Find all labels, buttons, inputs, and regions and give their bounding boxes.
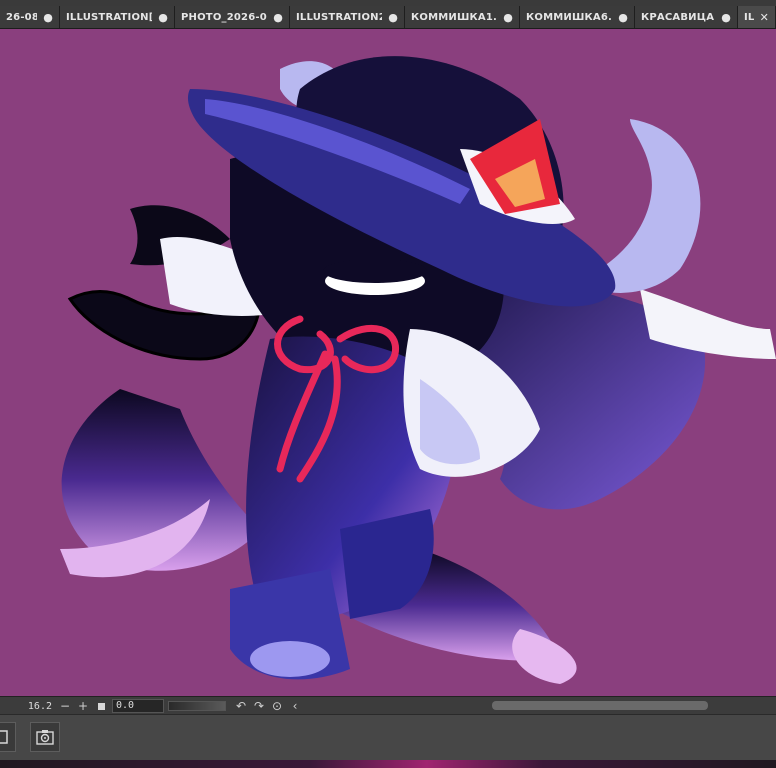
- os-taskbar-strip: [0, 760, 776, 768]
- collapse-arrow-button[interactable]: ‹: [286, 699, 304, 713]
- navigator-tool-button[interactable]: [0, 722, 16, 752]
- fit-to-window-button[interactable]: [92, 699, 110, 713]
- document-tab-label: PHOTO_2026-07-0: [181, 11, 267, 23]
- zoom-in-button[interactable]: +: [74, 699, 92, 713]
- unsaved-dot-icon[interactable]: ●: [503, 11, 513, 24]
- document-tab[interactable]: ILLU ✕: [738, 6, 776, 28]
- unsaved-dot-icon[interactable]: ●: [618, 11, 628, 24]
- drawing-canvas[interactable]: [0, 29, 776, 696]
- document-tab[interactable]: КРАСАВИЦА.PNG ●: [635, 6, 738, 28]
- document-tab-label: 26-08-0: [6, 11, 37, 23]
- rotation-slider[interactable]: [168, 701, 226, 711]
- unsaved-dot-icon[interactable]: ●: [158, 11, 168, 24]
- unsaved-dot-icon[interactable]: ●: [273, 11, 283, 24]
- document-tab[interactable]: КОММИШКА1.PNG( ●: [405, 6, 520, 28]
- document-tab[interactable]: 26-08-0 ●: [0, 6, 60, 28]
- close-icon[interactable]: ✕: [760, 11, 769, 24]
- document-tab-label: КРАСАВИЦА.PNG: [641, 11, 715, 23]
- face-shadow: [323, 259, 427, 283]
- reset-rotation-button[interactable]: ⊙: [268, 699, 286, 713]
- zoom-out-button[interactable]: −: [56, 699, 74, 713]
- unsaved-dot-icon[interactable]: ●: [43, 11, 53, 24]
- zoom-value[interactable]: 16.2: [0, 701, 56, 712]
- square-icon: [97, 703, 105, 710]
- document-tab-label: ILLUSTRATION[RE: [66, 11, 153, 23]
- rotate-left-button[interactable]: ↶: [232, 699, 250, 713]
- foot-light: [250, 641, 330, 677]
- rotation-angle-input[interactable]: 0.0: [112, 699, 164, 713]
- canvas-status-bar: 16.2 − + 0.0 ↶ ↷ ⊙ ‹: [0, 696, 776, 715]
- camera-tool-button[interactable]: [30, 722, 60, 752]
- bottom-toolbar: [0, 714, 776, 761]
- document-tab[interactable]: PHOTO_2026-07-0 ●: [175, 6, 290, 28]
- document-tab[interactable]: КОММИШКА6.PNG(0 ●: [520, 6, 635, 28]
- document-tab-label: КОММИШКА6.PNG(0: [526, 11, 612, 23]
- document-tab-label: ILLUSTRATION2[RE: [296, 11, 382, 23]
- document-tab[interactable]: ILLUSTRATION[RE ●: [60, 6, 175, 28]
- unsaved-dot-icon[interactable]: ●: [388, 11, 398, 24]
- camera-target-icon: [36, 730, 54, 745]
- document-tab-label: ILLU: [744, 11, 754, 23]
- unsaved-dot-icon[interactable]: ●: [721, 11, 731, 24]
- horizontal-scrollbar[interactable]: [492, 701, 708, 710]
- document-tab-bar: 26-08-0 ● ILLUSTRATION[RE ● PHOTO_2026-07-0 ●…: [0, 6, 776, 29]
- rotate-right-button[interactable]: ↷: [250, 699, 268, 713]
- document-tab-label: КОММИШКА1.PNG(: [411, 11, 497, 23]
- illustration-artwork: [60, 56, 776, 684]
- document-tab[interactable]: ILLUSTRATION2[RE ●: [290, 6, 405, 28]
- square-outline-icon: [0, 730, 8, 744]
